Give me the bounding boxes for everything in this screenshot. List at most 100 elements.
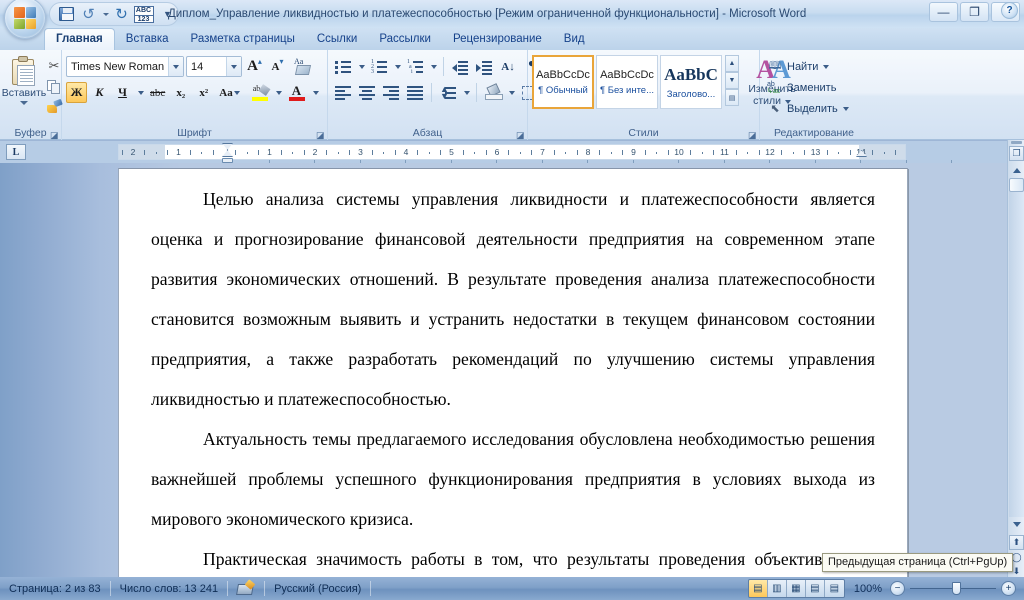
- multilevel-list-button[interactable]: 1 a i: [404, 56, 426, 77]
- style-item-normal[interactable]: AaBbCcDc ¶ Обычный: [532, 55, 594, 109]
- font-color-button[interactable]: [286, 82, 309, 103]
- help-button[interactable]: ?: [1001, 2, 1018, 19]
- previous-page-button[interactable]: ⬆: [1009, 535, 1024, 550]
- align-left-button[interactable]: [332, 82, 354, 103]
- tab-mailings[interactable]: Рассылки: [368, 29, 442, 50]
- subscript-button[interactable]: x₂: [170, 82, 191, 103]
- tab-home[interactable]: Главная: [44, 28, 115, 50]
- text-highlight-button[interactable]: [249, 82, 272, 103]
- superscript-button[interactable]: x²: [193, 82, 214, 103]
- bullets-dropdown[interactable]: [356, 56, 366, 77]
- proofing-status-button[interactable]: [228, 577, 264, 600]
- undo-dropdown[interactable]: [100, 4, 110, 24]
- horizontal-ruler[interactable]: 3211234567891011121314: [118, 144, 906, 160]
- group-label-styles: Стили: [628, 127, 659, 139]
- scroll-up-button[interactable]: [1009, 163, 1024, 177]
- numbering-dropdown[interactable]: [392, 56, 402, 77]
- save-button[interactable]: [56, 4, 77, 24]
- font-size-combo[interactable]: 14: [186, 56, 242, 77]
- style-item-heading[interactable]: AaBbC Заголово...: [660, 55, 722, 109]
- split-window-handle[interactable]: [1011, 141, 1022, 144]
- highlight-color-dropdown[interactable]: [274, 82, 284, 103]
- font-dialog-launcher[interactable]: [315, 128, 326, 139]
- redo-button[interactable]: ↻: [111, 4, 132, 24]
- view-outline-button[interactable]: ▤: [805, 580, 825, 597]
- shading-button[interactable]: [482, 82, 504, 103]
- scroll-down-button[interactable]: [1009, 517, 1024, 531]
- chevron-down-icon[interactable]: [168, 57, 183, 76]
- paste-button[interactable]: Вставить: [2, 55, 46, 105]
- bold-button[interactable]: Ж: [66, 82, 87, 103]
- browse-object-button[interactable]: ❐: [1009, 146, 1024, 161]
- strikethrough-button[interactable]: abc: [147, 82, 168, 103]
- ruler-tick: [349, 150, 351, 155]
- tab-stop-selector[interactable]: L: [6, 144, 26, 160]
- zoom-slider-track[interactable]: [910, 582, 996, 595]
- styles-scroll-up-button[interactable]: ▲: [725, 55, 739, 72]
- numbering-button[interactable]: 1 2 3: [368, 56, 390, 77]
- decrease-indent-button[interactable]: [449, 56, 471, 77]
- font-color-dropdown[interactable]: [311, 82, 321, 103]
- copy-button[interactable]: [44, 77, 64, 96]
- increase-indent-button[interactable]: [473, 56, 495, 77]
- view-print-layout-button[interactable]: ▤: [748, 580, 768, 597]
- language-indicator[interactable]: Русский (Россия): [265, 577, 370, 600]
- undo-button[interactable]: ↺: [78, 4, 99, 24]
- replace-button[interactable]: ab ↳ac Заменить: [764, 77, 839, 98]
- select-button[interactable]: ⬉ Выделить: [764, 98, 852, 119]
- spelling-button[interactable]: ABC 123: [133, 4, 154, 24]
- vertical-scrollbar[interactable]: ❐ ⬆ ◯ ⬇: [1007, 140, 1024, 577]
- format-painter-button[interactable]: [44, 97, 64, 116]
- shading-dropdown[interactable]: [506, 82, 516, 103]
- font-name-combo[interactable]: Times New Roman: [66, 56, 184, 77]
- minimize-button[interactable]: —: [929, 2, 958, 22]
- tab-page-layout[interactable]: Разметка страницы: [180, 29, 306, 50]
- chevron-down-icon: [430, 64, 437, 69]
- ruler-tick: [758, 150, 760, 155]
- tab-view[interactable]: Вид: [553, 29, 596, 50]
- styles-scroll-down-button[interactable]: ▼: [725, 72, 739, 89]
- grow-font-button[interactable]: A ▴: [244, 56, 265, 77]
- ruler-tick: [895, 150, 897, 155]
- zoom-slider-thumb[interactable]: [952, 582, 961, 595]
- find-button[interactable]: 🕮 Найти: [764, 56, 832, 77]
- page-indicator[interactable]: Страница: 2 из 83: [0, 577, 110, 600]
- change-case-button[interactable]: Aa: [216, 82, 242, 103]
- bullets-button[interactable]: [332, 56, 354, 77]
- document-page[interactable]: Целью анализа системы управления ликвидн…: [118, 168, 908, 577]
- styles-more-button[interactable]: ▤: [725, 89, 739, 106]
- tab-review[interactable]: Рецензирование: [442, 29, 553, 50]
- align-center-button[interactable]: [356, 82, 378, 103]
- styles-dialog-launcher[interactable]: [747, 128, 758, 139]
- sort-button[interactable]: А↓: [497, 56, 519, 77]
- zoom-out-button[interactable]: −: [890, 581, 905, 596]
- word-count[interactable]: Число слов: 13 241: [111, 577, 227, 600]
- view-draft-button[interactable]: ▤: [824, 580, 844, 597]
- align-right-button[interactable]: [380, 82, 402, 103]
- line-spacing-button[interactable]: ▲ ▼: [437, 82, 459, 103]
- restore-button[interactable]: ❐: [960, 2, 989, 22]
- scrollbar-thumb[interactable]: [1009, 178, 1024, 192]
- view-full-screen-reading-button[interactable]: ▥: [767, 580, 787, 597]
- underline-button[interactable]: Ч: [112, 82, 133, 103]
- scrollbar-track[interactable]: [1009, 192, 1024, 517]
- line-spacing-dropdown[interactable]: [461, 82, 471, 103]
- paragraph-dialog-launcher[interactable]: [515, 128, 526, 139]
- document-text[interactable]: Целью анализа системы управления ликвидн…: [119, 169, 907, 577]
- tab-insert[interactable]: Вставка: [115, 29, 180, 50]
- multilevel-dropdown[interactable]: [428, 56, 438, 77]
- zoom-in-button[interactable]: +: [1001, 581, 1016, 596]
- tab-references[interactable]: Ссылки: [306, 29, 369, 50]
- underline-dropdown[interactable]: [135, 82, 145, 103]
- cut-button[interactable]: ✂: [44, 57, 64, 76]
- style-item-no-spacing[interactable]: AaBbCcDc ¶ Без инте...: [596, 55, 658, 109]
- clear-formatting-button[interactable]: [290, 56, 317, 77]
- italic-button[interactable]: К: [89, 82, 110, 103]
- justify-button[interactable]: [404, 82, 426, 103]
- document-area[interactable]: Целью анализа системы управления ликвидн…: [0, 163, 1008, 577]
- zoom-level[interactable]: 100%: [854, 583, 882, 595]
- shrink-font-button[interactable]: A ▾: [267, 56, 288, 77]
- clipboard-dialog-launcher[interactable]: [49, 128, 60, 139]
- view-web-layout-button[interactable]: ▦: [786, 580, 806, 597]
- chevron-down-icon[interactable]: [226, 57, 241, 76]
